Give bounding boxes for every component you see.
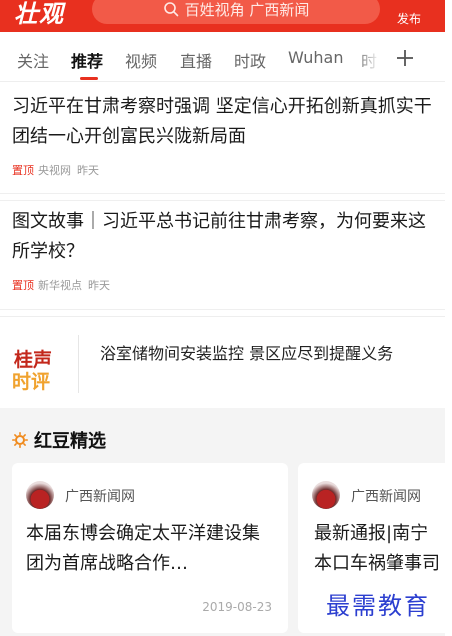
tab-live[interactable]: 直播 [180, 48, 212, 72]
tab-fade [356, 42, 390, 76]
section-title: 红豆精选 [34, 431, 106, 452]
news-time: 昨天 [77, 164, 99, 177]
top-header: 壮观 百姓视角 广西新闻 发布 [0, 0, 445, 32]
card-source: 广西新闻网 [351, 489, 421, 505]
news-time: 昨天 [88, 279, 110, 292]
pinned-badge: 置顶 [12, 164, 34, 177]
commentary-title[interactable]: 浴室储物间安装监控 景区应尽到提醒义务 [100, 341, 400, 366]
news-source: 新华视点 [38, 279, 82, 292]
active-tab-indicator [80, 77, 98, 80]
pinned-badge: 置顶 [12, 279, 34, 292]
sun-icon [12, 432, 28, 448]
commentary-item[interactable]: 桂声 时评 浴室储物间安装监控 景区应尽到提醒义务 [0, 316, 445, 408]
news-item[interactable]: 图文故事｜习近平总书记前往甘肃考察，为何要来这所学校？ 置顶 新华视点 昨天 [0, 200, 445, 310]
tab-wuhan[interactable]: Wuhan [288, 48, 343, 67]
publish-icon [386, 0, 432, 8]
tab-follow[interactable]: 关注 [17, 48, 49, 72]
search-placeholder: 百姓视角 广西新闻 [184, 0, 310, 19]
source-avatar [312, 481, 340, 509]
app-logo[interactable]: 壮观 [14, 0, 64, 29]
card-title[interactable]: 最新通报|南宁本口车祸肇事司机 [314, 519, 444, 579]
divider [78, 335, 79, 393]
source-avatar [26, 481, 54, 509]
tab-video[interactable]: 视频 [125, 48, 157, 72]
news-title[interactable]: 习近平在甘肃考察时强调 坚定信心开拓创新真抓实干 团结一心开创富民兴陇新局面 [12, 92, 432, 152]
news-item[interactable]: 习近平在甘肃考察时强调 坚定信心开拓创新真抓实干 团结一心开创富民兴陇新局面 置… [0, 88, 445, 194]
search-icon [163, 2, 178, 17]
card-date: 2019-08-23 [202, 600, 272, 614]
news-title[interactable]: 图文故事｜习近平总书记前往甘肃考察，为何要来这所学校？ [12, 207, 432, 267]
pick-card[interactable]: 广西新闻网 本届东博会确定太平洋建设集团为首席战略合作… 2019-08-23 [12, 463, 288, 633]
publish-button[interactable]: 发布 [386, 0, 432, 32]
guisheng-commentary-logo: 桂声 时评 [12, 345, 60, 393]
news-source: 央视网 [38, 164, 71, 177]
news-meta: 置顶 央视网 昨天 [12, 162, 433, 178]
channel-tabs: 关注 推荐 视频 直播 时政 Wuhan 时 [0, 32, 445, 82]
watermark: 最需教育 [326, 592, 430, 620]
news-meta: 置顶 新华视点 昨天 [12, 277, 433, 293]
card-source: 广西新闻网 [65, 489, 135, 505]
add-channel-button[interactable] [392, 45, 418, 71]
logo-line2: 时评 [12, 371, 51, 393]
tab-recommend[interactable]: 推荐 [71, 48, 103, 72]
tab-politics[interactable]: 时政 [234, 48, 266, 72]
section-header: 红豆精选 [12, 428, 106, 452]
publish-label: 发布 [396, 12, 421, 26]
search-bar[interactable]: 百姓视角 广西新闻 [92, 0, 380, 24]
card-title[interactable]: 本届东博会确定太平洋建设集团为首席战略合作… [26, 519, 276, 579]
plus-icon [397, 50, 413, 66]
